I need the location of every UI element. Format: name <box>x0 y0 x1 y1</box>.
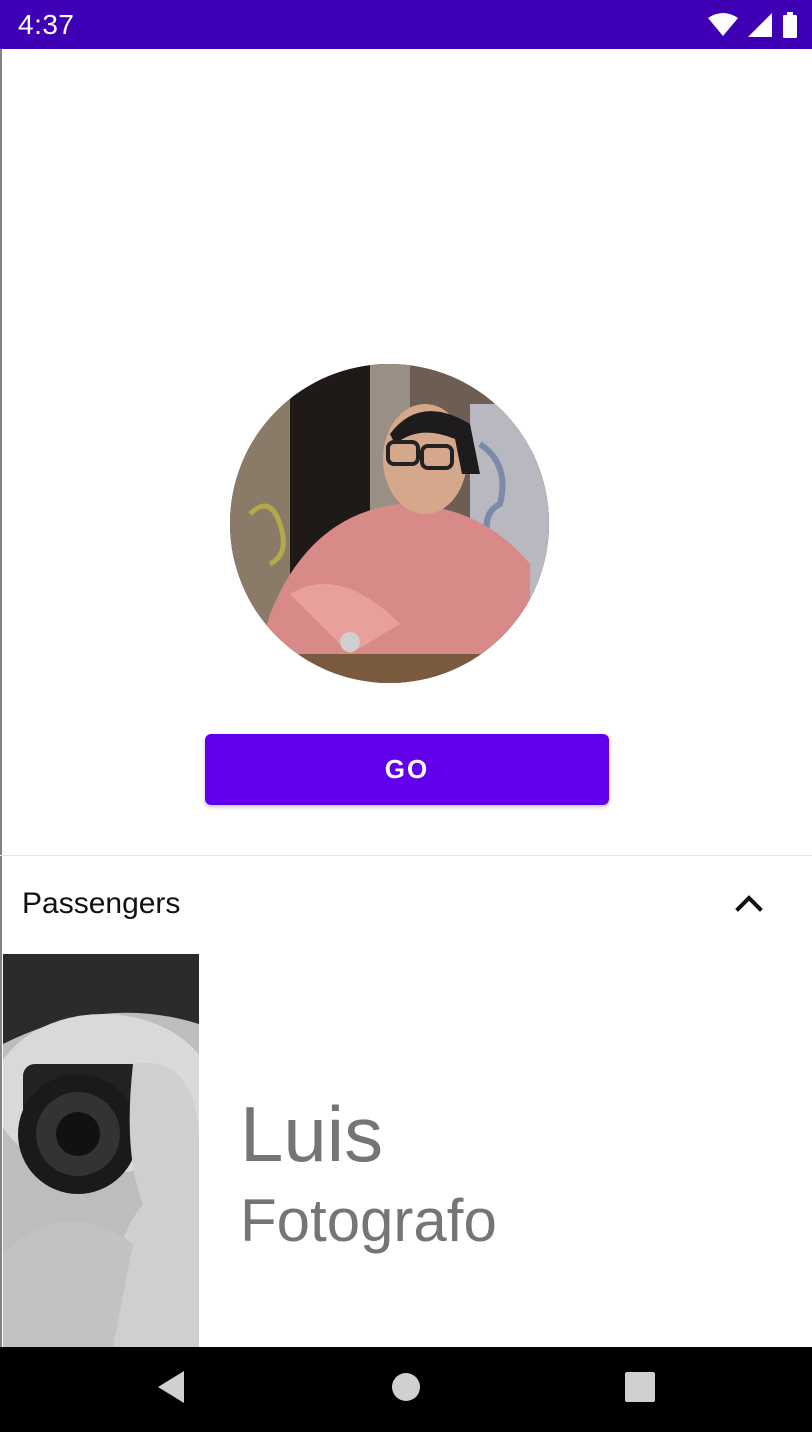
passenger-photo <box>3 954 199 1347</box>
status-bar: 4:37 <box>0 0 812 49</box>
navigation-bar <box>0 1347 812 1432</box>
status-time: 4:37 <box>18 9 75 40</box>
passenger-name: Luis <box>240 1090 384 1178</box>
battery-icon <box>782 12 798 38</box>
recents-button[interactable] <box>595 1347 685 1432</box>
back-icon <box>156 1370 186 1409</box>
status-icons <box>708 12 798 38</box>
passengers-title: Passengers <box>22 887 181 920</box>
collapse-toggle[interactable] <box>728 884 770 926</box>
home-button[interactable] <box>361 1347 451 1432</box>
passenger-role: Fotografo <box>240 1187 497 1254</box>
passenger-card[interactable]: Luis Fotografo <box>0 954 812 1347</box>
passengers-header[interactable]: Passengers <box>0 856 812 954</box>
go-button[interactable]: GO <box>205 734 609 805</box>
back-button[interactable] <box>126 1347 216 1432</box>
chevron-up-icon <box>735 894 763 917</box>
signal-icon <box>748 13 772 37</box>
profile-avatar <box>230 364 549 683</box>
recents-icon <box>625 1372 655 1407</box>
home-icon <box>391 1372 421 1407</box>
wifi-icon <box>708 13 738 37</box>
